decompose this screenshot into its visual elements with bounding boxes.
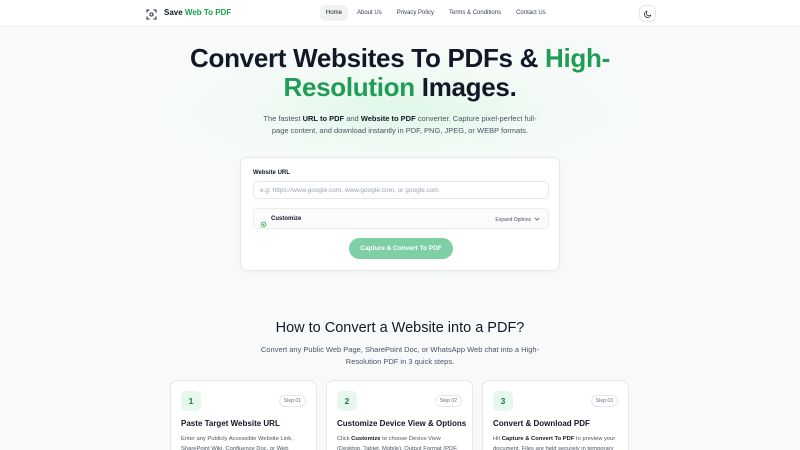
url-label: Website URL: [253, 170, 290, 176]
scan-icon: [146, 7, 157, 20]
nav-link-terms[interactable]: Terms & Conditions: [443, 5, 507, 21]
expand-options[interactable]: Expand Options: [495, 216, 540, 224]
step-description: Enter any Publicly Accessible Website Li…: [181, 436, 293, 450]
customize-toggle[interactable]: Customize Expand Options: [253, 208, 549, 229]
navbar: Save Web To PDF Home About Us Privacy Po…: [0, 0, 800, 27]
capture-convert-button[interactable]: Capture & Convert To PDF: [349, 238, 453, 259]
gear-icon: [260, 215, 267, 228]
how-to-subtitle: Convert any Public Web Page, SharePoint …: [260, 345, 540, 366]
theme-toggle-button[interactable]: [639, 5, 656, 22]
step-tag: Step 03: [590, 395, 618, 407]
nav-link-privacy-policy[interactable]: Privacy Policy: [391, 5, 440, 21]
step-number: 1: [181, 391, 201, 411]
chevron-down-icon: [534, 216, 540, 224]
step-description: Hit Capture & Convert To PDF to preview …: [493, 436, 616, 450]
step-number: 3: [493, 391, 513, 411]
step-tag: Step 02: [434, 395, 462, 407]
customize-label: Customize: [271, 216, 302, 222]
nav-link-contact-us[interactable]: Contact Us: [510, 5, 552, 21]
nav-link-home[interactable]: Home: [320, 5, 349, 21]
step-card-1: 1 Step 01 Paste Target Website URL Enter…: [170, 380, 317, 450]
hero-title: Convert Websites To PDFs & High-Resoluti…: [190, 43, 610, 102]
hero-subtitle: The fastest URL to PDF and Website to PD…: [263, 114, 537, 135]
nav-links: Home About Us Privacy Policy Terms & Con…: [320, 5, 552, 21]
converter-card: Website URL Customize Expand Options Cap…: [240, 157, 560, 271]
logo-text: Save Web To PDF: [164, 8, 232, 17]
expand-options-label: Expand Options: [495, 217, 531, 223]
step-tag: Step 01: [278, 395, 306, 407]
step-number: 2: [337, 391, 357, 411]
step-card-3: 3 Step 03 Convert & Download PDF Hit Cap…: [482, 380, 629, 450]
moon-icon: [643, 5, 652, 23]
logo[interactable]: Save Web To PDF: [146, 7, 232, 20]
step-title: Convert & Download PDF: [493, 419, 590, 428]
url-input[interactable]: [253, 181, 549, 199]
step-description: Click Customize to choose Device View (D…: [337, 436, 458, 450]
step-card-2: 2 Step 02 Customize Device View & Option…: [326, 380, 473, 450]
step-title: Paste Target Website URL: [181, 419, 280, 428]
nav-link-about-us[interactable]: About Us: [351, 5, 388, 21]
how-to-title: How to Convert a Website into a PDF?: [275, 320, 525, 336]
step-title: Customize Device View & Options: [337, 419, 467, 428]
